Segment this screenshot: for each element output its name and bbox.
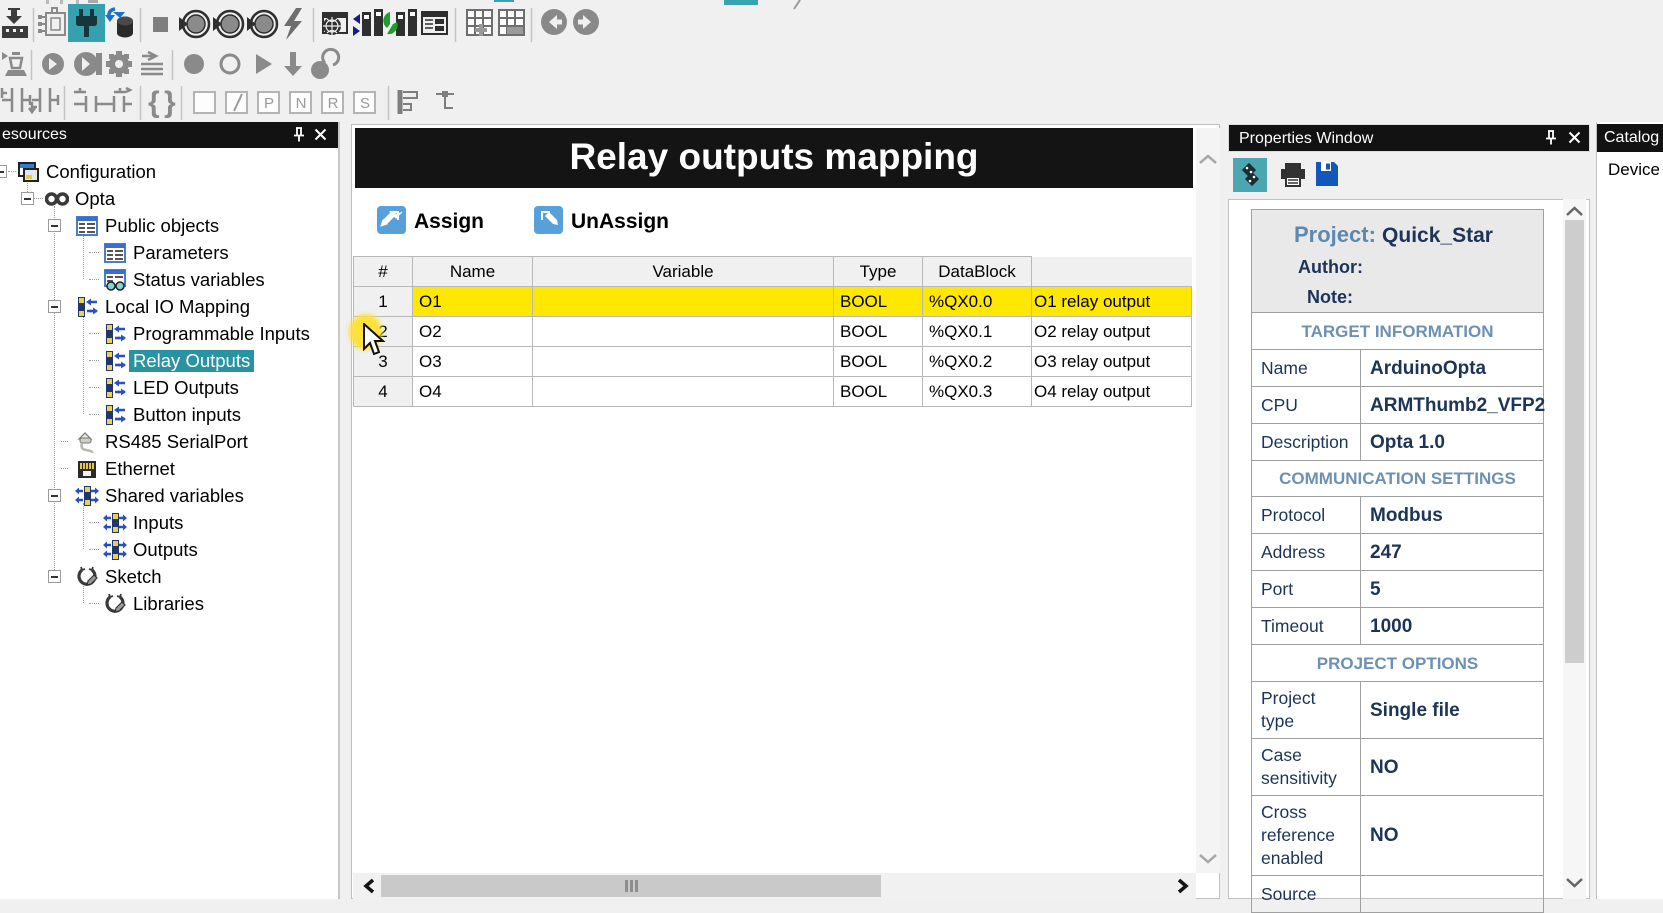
svg-text:N: N (296, 95, 307, 112)
svg-text:}: } (164, 86, 176, 119)
svg-text:{: { (148, 86, 160, 119)
svg-text:P: P (264, 95, 274, 112)
svg-text:S: S (360, 95, 370, 112)
svg-text:R: R (328, 95, 339, 112)
